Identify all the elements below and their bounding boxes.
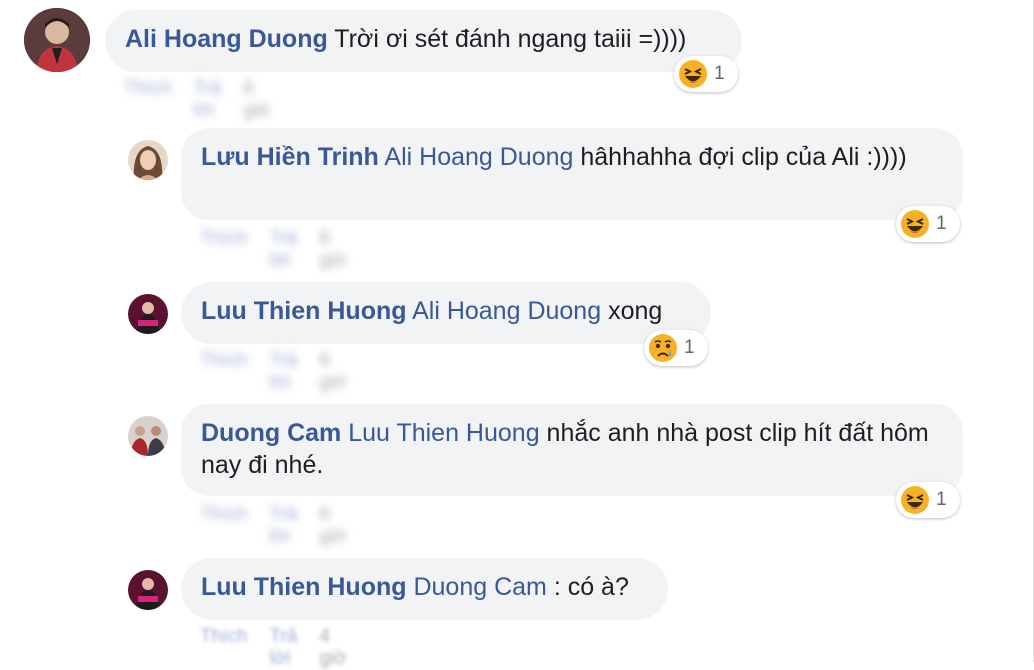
avatar[interactable] xyxy=(24,8,90,72)
comment-author[interactable]: Duong Cam xyxy=(201,419,341,447)
comment-bubble: Duong Cam Luu Thien Huong nhắc anh nhà p… xyxy=(181,404,963,496)
reply-link[interactable]: Trả lời xyxy=(270,350,298,394)
comment-bubble: Luu Thien Huong Ali Hoang Duong xong xyxy=(181,282,711,344)
comment-bubble: Luu Thien Huong Duong Cam : có à? xyxy=(181,558,668,620)
reaction-badge[interactable]: 1 xyxy=(896,482,960,518)
comment-thread: Ali Hoang Duong Trời ơi sét đánh ngang t… xyxy=(0,0,1034,669)
sad-emoji-icon xyxy=(649,334,677,362)
avatar[interactable] xyxy=(128,570,168,610)
haha-emoji-icon xyxy=(901,210,929,238)
comment-text: : có à? xyxy=(546,573,629,601)
like-link[interactable]: Thích xyxy=(200,350,248,394)
comment-text: hâhhahha đợi clip của Ali :)))) xyxy=(580,143,907,171)
like-link[interactable]: Thích xyxy=(200,504,248,548)
avatar[interactable] xyxy=(128,294,168,334)
comment-author[interactable]: Lưu Hiền Trinh xyxy=(201,143,379,171)
reaction-count: 1 xyxy=(936,213,947,234)
comment-actions: Thích Trả lời 6 giờ xyxy=(200,228,347,272)
comment-mention[interactable]: Duong Cam xyxy=(413,573,546,601)
reaction-count: 1 xyxy=(714,63,725,84)
comment-author[interactable]: Ali Hoang Duong xyxy=(125,25,328,53)
timestamp[interactable]: 4 giờ xyxy=(319,626,346,670)
like-link[interactable]: Thích xyxy=(200,228,248,272)
comment-actions: Thích Trả lời 6 giờ xyxy=(200,350,347,394)
comment-author[interactable]: Luu Thien Huong xyxy=(201,297,407,325)
timestamp[interactable]: 6 giờ xyxy=(319,350,346,394)
like-link[interactable]: Thích xyxy=(124,78,172,122)
comment-mention[interactable]: Ali Hoang Duong xyxy=(412,297,601,325)
comment-bubble: Lưu Hiền Trinh Ali Hoang Duong hâhhahha … xyxy=(181,128,963,220)
reply-link[interactable]: Trả lời xyxy=(270,228,298,272)
timestamp[interactable]: 6 giờ xyxy=(243,78,270,122)
timestamp[interactable]: 6 giờ xyxy=(319,228,346,272)
reaction-badge[interactable]: 1 xyxy=(896,206,960,242)
reaction-badge[interactable]: 1 xyxy=(674,56,738,92)
like-link[interactable]: Thích xyxy=(200,626,248,670)
reply-link[interactable]: Trả lời xyxy=(270,504,298,548)
reply-link[interactable]: Trả lời xyxy=(194,78,222,122)
timestamp[interactable]: 6 giờ xyxy=(319,504,346,548)
comment-mention[interactable]: Ali Hoang Duong xyxy=(384,143,573,171)
comment-actions: Thích Trả lời 4 giờ xyxy=(200,626,347,670)
avatar[interactable] xyxy=(128,140,168,180)
haha-emoji-icon xyxy=(901,486,929,514)
reaction-badge[interactable]: 1 xyxy=(644,330,708,366)
reaction-count: 1 xyxy=(684,337,695,358)
comment-bubble: Ali Hoang Duong Trời ơi sét đánh ngang t… xyxy=(105,10,742,72)
comment-author[interactable]: Luu Thien Huong xyxy=(201,573,407,601)
comment-mention[interactable]: Luu Thien Huong xyxy=(348,419,539,447)
comment-actions: Thích Trả lời 6 giờ xyxy=(200,504,347,548)
comment-text: Trời ơi sét đánh ngang taiii =)))) xyxy=(334,25,687,53)
reaction-count: 1 xyxy=(936,489,947,510)
reply-link[interactable]: Trả lời xyxy=(270,626,298,670)
comment-actions: Thích Trả lời 6 giờ xyxy=(124,78,271,122)
avatar[interactable] xyxy=(128,416,168,456)
haha-emoji-icon xyxy=(679,60,707,88)
comment-text: xong xyxy=(608,297,663,325)
